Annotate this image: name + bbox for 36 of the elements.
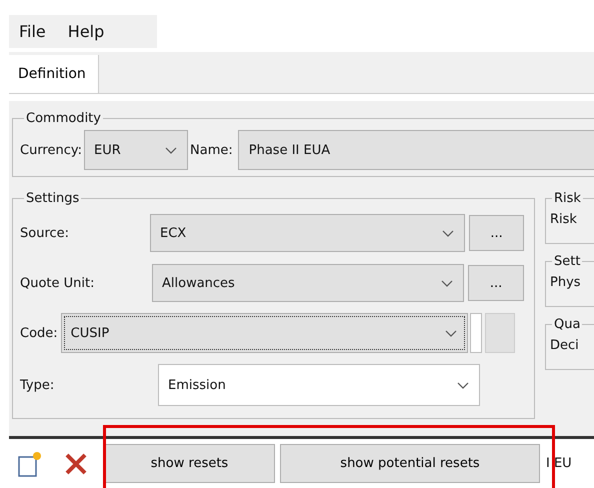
field-label: Risk xyxy=(550,212,577,227)
toolbar-button[interactable]: show potential resets xyxy=(280,444,540,483)
browse-button[interactable]: ... xyxy=(468,265,524,301)
menu-item[interactable]: Help xyxy=(68,22,104,41)
field-label: Code: xyxy=(20,326,58,340)
field-label: Deci xyxy=(550,338,579,353)
dropdown[interactable]: Allowances xyxy=(152,264,464,302)
chevron-down-icon xyxy=(444,330,457,336)
group-title: Commodity xyxy=(25,111,102,126)
dropdown[interactable]: ECX xyxy=(150,214,466,252)
dropdown[interactable]: CUSIP xyxy=(60,313,468,353)
text-field[interactable]: Phase II EUA xyxy=(238,130,594,170)
toolbar-button[interactable]: show resets xyxy=(104,444,275,483)
dropdown[interactable]: Emission xyxy=(158,364,480,406)
chevron-down-icon xyxy=(442,230,454,236)
new-document-icon[interactable] xyxy=(17,450,43,476)
menu-item[interactable]: File xyxy=(19,22,46,41)
chevron-down-icon xyxy=(457,382,469,388)
field-label: Name: xyxy=(190,142,233,158)
group-title: Settings xyxy=(25,191,80,206)
chevron-down-icon xyxy=(441,280,454,286)
field-label: Currency: xyxy=(20,142,82,158)
field-text: I EU xyxy=(546,456,572,471)
tab[interactable]: Definition xyxy=(9,55,99,93)
field-label: Type: xyxy=(20,378,56,392)
dropdown[interactable]: EUR xyxy=(84,130,188,170)
browse-button[interactable]: ... xyxy=(469,215,524,251)
field-label: Quote Unit: xyxy=(20,276,96,290)
scroll-box xyxy=(470,313,482,353)
field-label: Source: xyxy=(20,226,70,240)
group-title: Qua xyxy=(553,317,582,332)
group-title: Risk xyxy=(553,191,582,206)
field-label: Phys xyxy=(550,275,581,290)
group-title: Sett xyxy=(553,254,582,269)
delete-icon[interactable] xyxy=(64,452,88,476)
chevron-down-icon xyxy=(165,146,178,154)
